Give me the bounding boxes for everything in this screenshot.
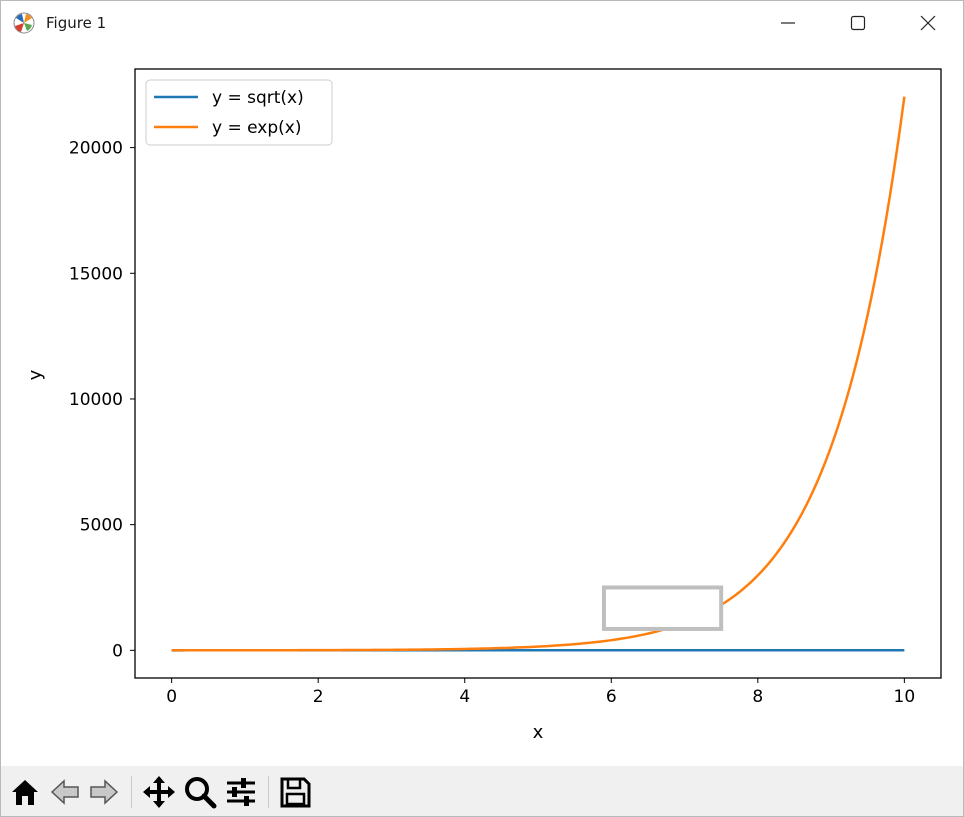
arrow-right-icon [90,779,119,805]
minimize-icon [781,22,795,24]
x-tick-label: 4 [459,687,470,707]
move-icon [143,776,175,808]
back-button[interactable] [47,774,83,810]
x-tick-label: 8 [752,687,763,707]
y-tick-label: 10000 [69,390,123,410]
configure-subplots-button[interactable] [223,774,259,810]
home-button[interactable] [7,774,43,810]
title-bar[interactable]: Figure 1 [1,1,963,45]
plot-area [134,68,942,679]
maximize-icon [850,15,866,31]
maximize-button[interactable] [823,1,893,45]
matplotlib-logo-icon [13,12,35,34]
x-axis-label: x [533,722,544,743]
toolbar-separator [131,776,132,808]
zoom-button[interactable] [182,774,218,810]
close-button[interactable] [893,1,963,45]
toolbar-separator [268,776,269,808]
navigation-toolbar [1,766,963,816]
y-tick-label: 15000 [69,264,123,284]
zoom-rectangle [601,585,724,631]
y-tick-label: 5000 [80,516,123,536]
floppy-disk-icon [280,777,311,808]
magnifier-icon [185,777,217,809]
legend-label: y = sqrt(x) [212,88,304,108]
minimize-button[interactable] [753,1,823,45]
window-title: Figure 1 [46,14,107,32]
arrow-left-icon [50,779,79,805]
x-tick-label: 0 [166,687,177,707]
close-icon [920,15,936,31]
home-icon [12,780,38,805]
x-tick-label: 10 [894,687,916,707]
y-tick-label: 0 [112,641,123,661]
y-axis-label: y [25,369,46,380]
figure-canvas[interactable]: 0 2 4 6 8 10 0 5000 10000 15000 20000 y = sqrt(x) y… [1,45,963,766]
figure-window: Figure 1 0 2 4 6 8 10 0 5000 10000 15000 20000 y =… [0,0,964,817]
save-button[interactable] [277,774,313,810]
line-chart[interactable]: 0 2 4 6 8 10 0 5000 10000 15000 20000 y = sqrt(x) y… [1,45,963,766]
pan-button[interactable] [141,774,177,810]
sliders-icon [227,778,255,806]
legend-label: y = exp(x) [212,118,301,138]
x-tick-label: 2 [313,687,324,707]
y-tick-label: 20000 [69,139,123,159]
forward-button[interactable] [86,774,122,810]
x-tick-label: 6 [606,687,617,707]
